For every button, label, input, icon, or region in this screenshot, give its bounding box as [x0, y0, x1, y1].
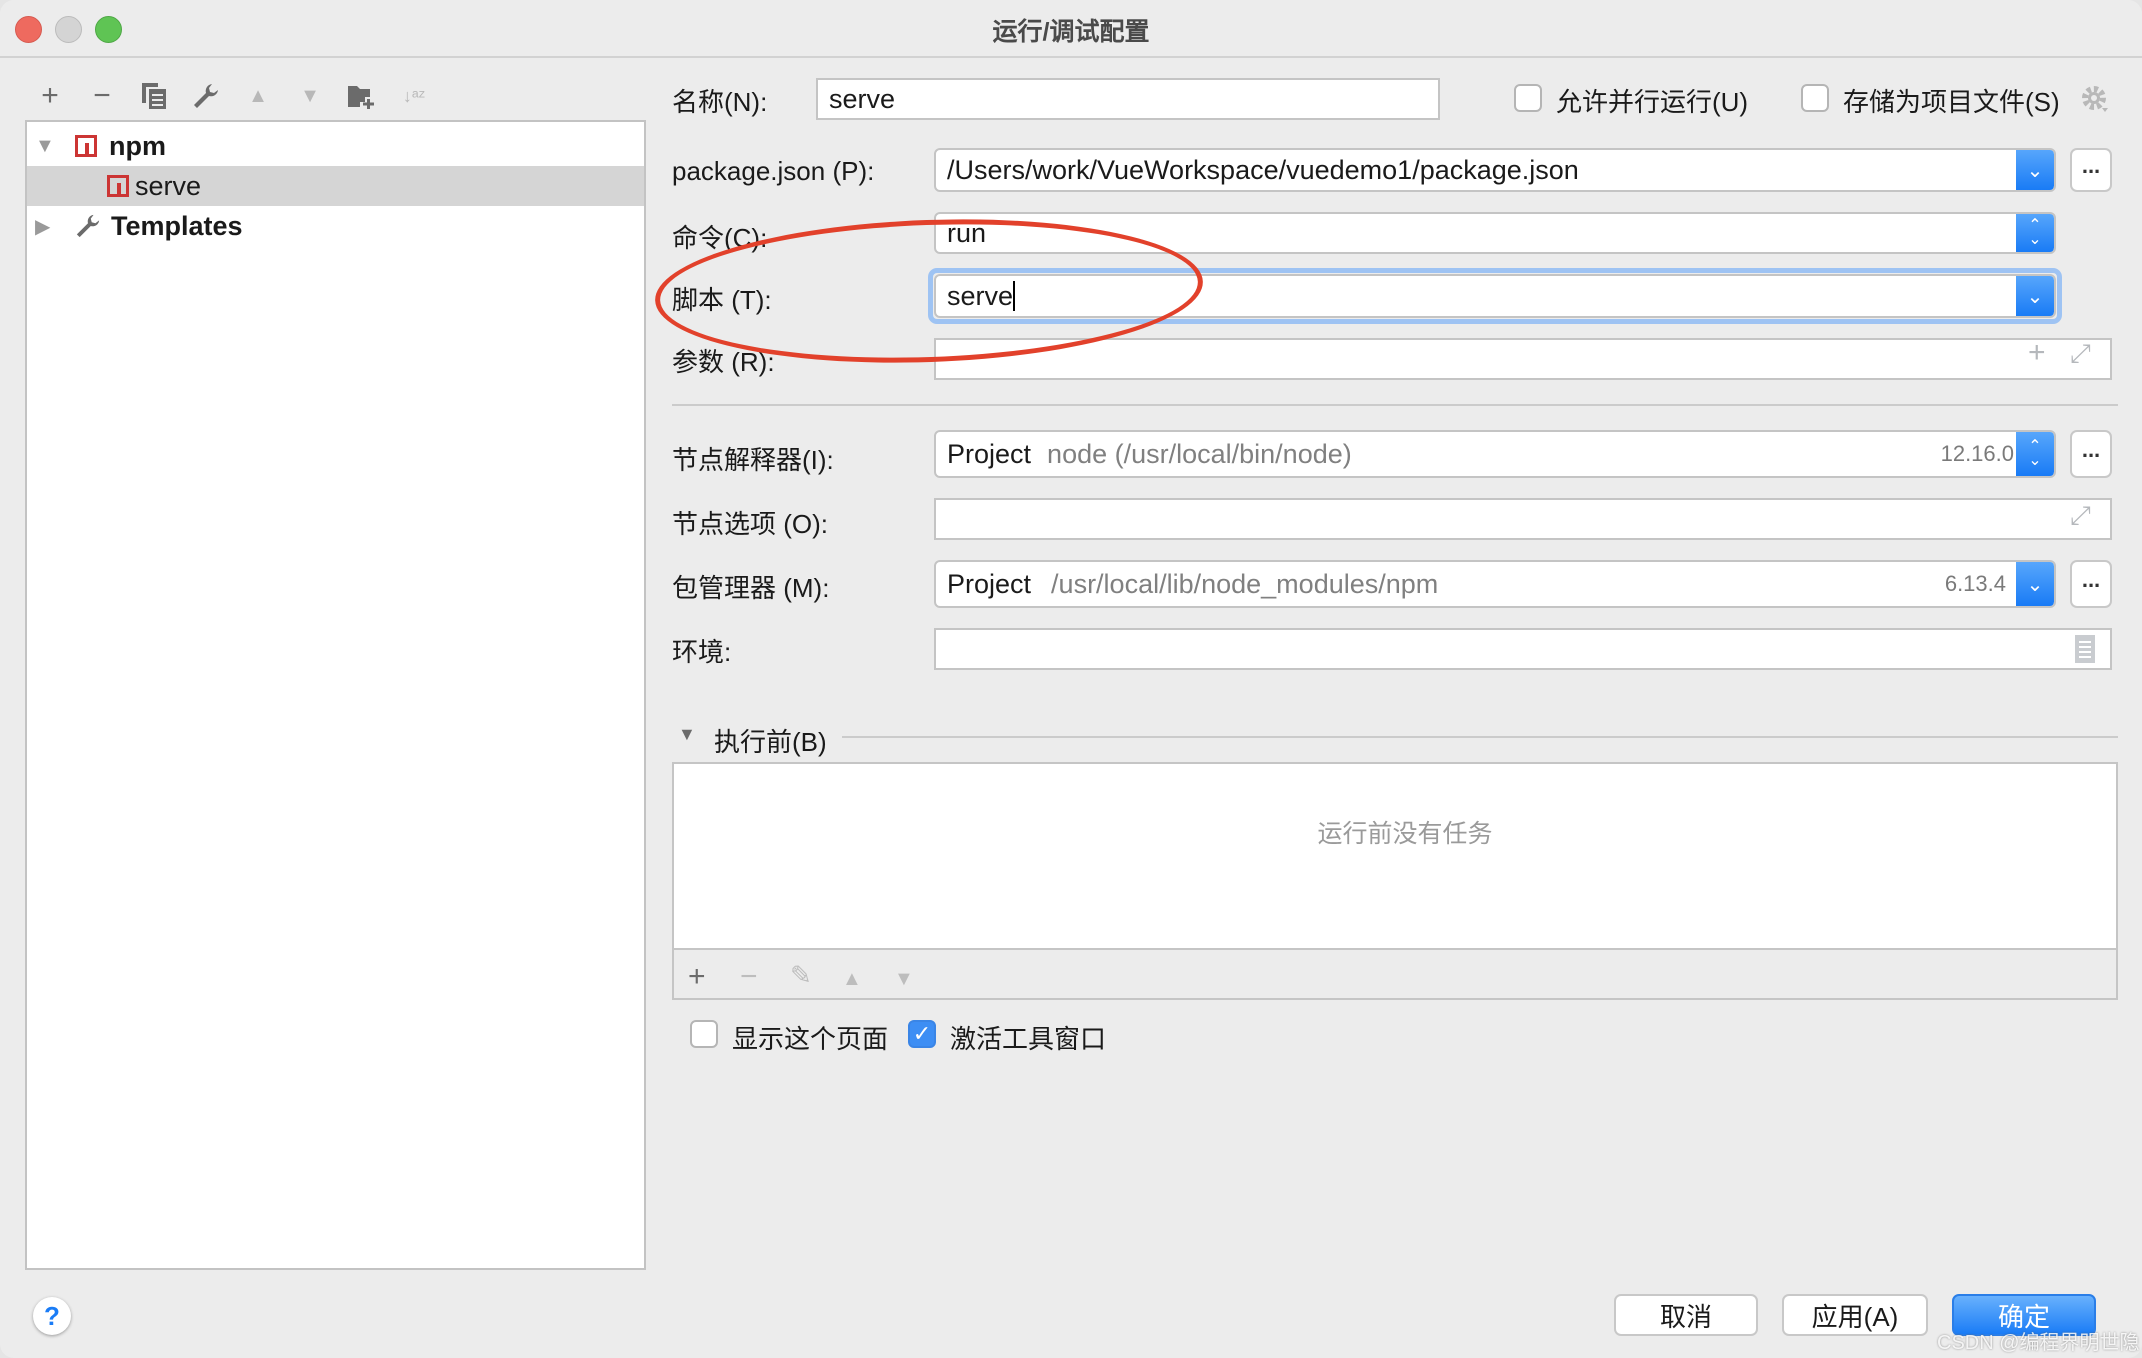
add-icon[interactable]: +: [688, 960, 706, 994]
environment-input[interactable]: [934, 628, 2112, 670]
show-page-checkbox[interactable]: [690, 1020, 718, 1048]
up-down-chevron-icon[interactable]: ⌃ ⌄: [2016, 214, 2054, 252]
edit-icon[interactable]: ✎: [790, 960, 812, 991]
package-json-combo[interactable]: /Users/work/VueWorkspace/vuedemo1/packag…: [934, 148, 2056, 192]
name-input[interactable]: serve: [816, 78, 1440, 120]
chevron-down-icon[interactable]: ⌄: [2016, 562, 2054, 606]
node-options-label: 节点选项 (O):: [672, 509, 828, 539]
add-icon[interactable]: +: [2028, 336, 2046, 370]
window-title: 运行/调试配置: [992, 18, 1150, 46]
script-combo[interactable]: serve ⌄: [934, 274, 2056, 318]
before-launch-panel: 运行前没有任务 + − ✎ ▲ ▼: [672, 762, 2118, 1000]
npm-version: 6.13.4: [1944, 571, 2006, 596]
title-bar: 运行/调试配置: [0, 0, 2142, 58]
package-manager-label: 包管理器 (M):: [672, 573, 830, 603]
cancel-button[interactable]: 取消: [1614, 1294, 1758, 1336]
before-launch-task-list[interactable]: 运行前没有任务: [674, 764, 2116, 950]
move-up-icon[interactable]: ▲: [842, 968, 862, 991]
wrench-icon[interactable]: [190, 80, 222, 112]
tree-item-label: serve: [135, 170, 202, 201]
collapse-arrow-icon[interactable]: ▶: [35, 214, 55, 239]
divider: [672, 404, 2118, 406]
package-manager-combo[interactable]: Project /usr/local/lib/node_modules/npm …: [934, 560, 2056, 608]
package-manager-path: /usr/local/lib/node_modules/npm: [1051, 568, 1439, 599]
tree-item-npm[interactable]: ▼ npm: [27, 126, 644, 166]
allow-parallel-label: 允许并行运行(U): [1556, 87, 1749, 117]
npm-icon: [107, 175, 129, 197]
expand-icon[interactable]: ⤢: [2070, 338, 2091, 370]
name-label: 名称(N):: [672, 87, 768, 117]
store-as-project-label: 存储为项目文件(S): [1843, 87, 2060, 117]
node-version: 12.16.0: [1940, 441, 2014, 466]
node-interpreter-combo[interactable]: Project node (/usr/local/bin/node) 12.16…: [934, 430, 2056, 478]
add-icon[interactable]: +: [34, 79, 66, 112]
chevron-down-icon[interactable]: ⌄: [2016, 150, 2054, 190]
collapse-arrow-icon[interactable]: ▼: [678, 724, 696, 745]
move-up-icon[interactable]: ▲: [242, 80, 274, 112]
node-interpreter-label: 节点解释器(I):: [672, 445, 834, 475]
node-interpreter-prefix: Project: [947, 438, 1032, 469]
script-value: serve: [947, 280, 1014, 311]
expand-arrow-icon[interactable]: ▼: [35, 135, 55, 158]
empty-state-text: 运行前没有任务: [1317, 820, 1493, 848]
copy-icon[interactable]: [138, 80, 170, 112]
remove-icon[interactable]: −: [740, 960, 758, 994]
help-button[interactable]: ?: [33, 1297, 71, 1335]
command-value: run: [947, 217, 987, 248]
environment-label: 环境:: [672, 637, 732, 667]
watermark: CSDN @编程界明世隐: [1937, 1332, 2140, 1354]
remove-icon[interactable]: −: [86, 79, 118, 112]
store-as-project-checkbox[interactable]: [1801, 84, 1829, 112]
move-down-icon[interactable]: ▼: [294, 80, 326, 112]
arguments-label: 参数 (R):: [672, 347, 775, 377]
arguments-input[interactable]: [934, 338, 2112, 380]
activate-tool-window-checkbox[interactable]: ✓: [908, 1020, 936, 1048]
activate-tool-window-label: 激活工具窗口: [950, 1024, 1107, 1054]
sort-icon[interactable]: ↓ᵃᶻ: [398, 80, 430, 112]
before-launch-title: 执行前(B): [714, 727, 827, 757]
section-divider: [842, 736, 2118, 738]
node-interpreter-path: node (/usr/local/bin/node): [1047, 438, 1352, 469]
gear-icon[interactable]: [2080, 84, 2110, 119]
package-json-value: /Users/work/VueWorkspace/vuedemo1/packag…: [947, 154, 1579, 185]
tree-item-label: Templates: [111, 210, 243, 241]
tree-item-templates[interactable]: ▶ Templates: [27, 206, 644, 246]
npm-icon: [75, 135, 97, 157]
run-debug-configurations-dialog: 运行/调试配置 + − ▲ ▼ ↓ᵃᶻ ▼ npm serve ▶ Templa…: [0, 0, 2142, 1358]
command-combo[interactable]: run ⌃ ⌄: [934, 212, 2056, 254]
command-label: 命令(C):: [672, 223, 768, 253]
expand-icon[interactable]: ⤢: [2070, 500, 2091, 532]
allow-parallel-checkbox[interactable]: [1514, 84, 1542, 112]
script-label: 脚本 (T):: [672, 285, 772, 315]
package-json-label: package.json (P):: [672, 156, 875, 186]
move-down-icon[interactable]: ▼: [894, 968, 914, 991]
package-manager-prefix: Project: [947, 568, 1032, 599]
tree-item-label: npm: [109, 130, 166, 161]
apply-button[interactable]: 应用(A): [1782, 1294, 1928, 1336]
name-value: serve: [829, 83, 896, 114]
browse-package-manager-button[interactable]: ...: [2070, 560, 2112, 608]
node-options-input[interactable]: [934, 498, 2112, 540]
browse-package-json-button[interactable]: ...: [2070, 148, 2112, 192]
text-cursor: [1013, 281, 1016, 311]
chevron-down-icon[interactable]: ⌄: [2016, 276, 2054, 316]
document-icon[interactable]: [2074, 634, 2096, 669]
configuration-tree[interactable]: ▼ npm serve ▶ Templates: [25, 120, 646, 1270]
up-down-chevron-icon[interactable]: ⌃ ⌄: [2016, 432, 2054, 476]
show-page-label: 显示这个页面: [732, 1024, 889, 1054]
browse-node-interpreter-button[interactable]: ...: [2070, 430, 2112, 478]
wrench-icon: [75, 213, 101, 239]
new-folder-icon[interactable]: [346, 80, 378, 112]
tree-item-serve[interactable]: serve: [27, 166, 644, 206]
